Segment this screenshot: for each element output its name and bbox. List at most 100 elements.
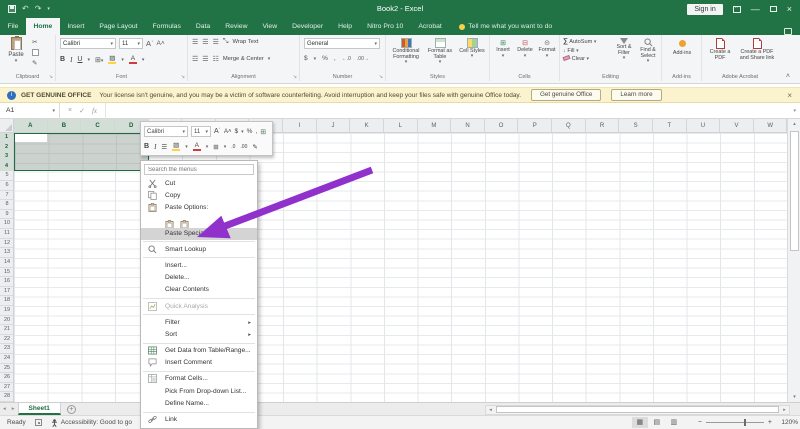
borders-icon[interactable]: ⊞▾ xyxy=(95,56,103,64)
row-header-1[interactable]: 1 xyxy=(0,133,14,143)
sheet-nav-left-icon[interactable]: ◂ xyxy=(0,403,9,415)
mini-borders-icon[interactable]: ⊞ xyxy=(213,143,218,151)
mini-decrease-decimal-icon[interactable]: .00 xyxy=(240,144,247,150)
row-header-11[interactable]: 11 xyxy=(0,229,14,239)
menu-item-link[interactable]: Link xyxy=(141,414,257,426)
mini-fill-color-icon[interactable]: ▨ xyxy=(172,142,180,151)
qat-customize-icon[interactable]: ▾ xyxy=(47,0,50,18)
page-layout-view-icon[interactable]: ▤ xyxy=(649,417,665,428)
tab-insert[interactable]: Insert xyxy=(60,18,92,35)
column-header-m[interactable]: M xyxy=(418,119,452,133)
menu-item-filter[interactable]: Filter▸ xyxy=(141,317,257,329)
tab-home[interactable]: Home xyxy=(26,18,60,35)
mini-grow-font-icon[interactable]: Aʾ xyxy=(214,128,221,135)
menu-item-paste-options[interactable]: Paste Options: xyxy=(141,202,257,214)
italic-button[interactable]: I xyxy=(70,56,72,64)
align-right-icon[interactable]: ☷ xyxy=(213,55,219,63)
autosum-button[interactable]: ∑ AutoSum ▾ xyxy=(563,38,596,45)
sheet-nav-right-icon[interactable]: ▸ xyxy=(9,403,18,415)
clipboard-dialog-launcher[interactable]: ↘ xyxy=(49,74,53,80)
paste-button[interactable]: Paste ▾ xyxy=(4,37,28,64)
zoom-slider-thumb[interactable] xyxy=(744,419,747,426)
menu-search-input[interactable] xyxy=(145,167,253,173)
tab-acrobat[interactable]: Acrobat xyxy=(411,18,449,35)
format-cells-button[interactable]: ⊝ Format▾ xyxy=(536,39,558,59)
find-select-button[interactable]: Find & Select▾ xyxy=(636,38,660,65)
row-header-15[interactable]: 15 xyxy=(0,268,14,278)
scroll-right-icon[interactable]: ▸ xyxy=(780,407,789,413)
format-as-table-button[interactable]: Format as Table▾ xyxy=(424,38,456,66)
tab-help[interactable]: Help xyxy=(331,18,360,35)
row-header-21[interactable]: 21 xyxy=(0,325,14,335)
get-genuine-office-button[interactable]: Get genuine Office xyxy=(531,89,601,101)
vertical-scrollbar[interactable]: ▴ ▾ xyxy=(787,119,800,402)
close-icon[interactable]: × xyxy=(787,0,792,18)
horizontal-scroll-thumb[interactable] xyxy=(496,406,779,413)
paste-option-values-icon[interactable] xyxy=(180,216,191,227)
row-header-14[interactable]: 14 xyxy=(0,258,14,268)
mini-format-painter-icon[interactable]: ✎ xyxy=(252,143,257,151)
select-all-corner[interactable] xyxy=(0,119,14,133)
increase-decimal-icon[interactable]: ←.0 xyxy=(342,56,351,62)
row-header-6[interactable]: 6 xyxy=(0,181,14,191)
column-header-p[interactable]: P xyxy=(518,119,552,133)
wrap-text-button[interactable]: Wrap Text xyxy=(232,39,258,45)
mini-currency-icon[interactable]: $ xyxy=(235,128,239,135)
conditional-formatting-button[interactable]: Conditional Formatting▾ xyxy=(388,38,424,66)
column-header-s[interactable]: S xyxy=(619,119,653,133)
currency-icon[interactable]: $ xyxy=(304,55,308,62)
mini-font-color-icon[interactable]: A xyxy=(193,142,201,151)
decrease-decimal-icon[interactable]: .00→ xyxy=(357,56,369,62)
new-sheet-icon[interactable]: + xyxy=(67,405,76,414)
paste-option-paste-icon[interactable] xyxy=(165,216,176,227)
column-header-r[interactable]: R xyxy=(586,119,620,133)
macro-record-icon[interactable] xyxy=(35,419,42,426)
menu-item-sort[interactable]: Sort▸ xyxy=(141,329,257,341)
menu-item-delete[interactable]: Delete... xyxy=(141,272,257,284)
redo-icon[interactable]: ↷ xyxy=(35,0,42,18)
mini-comma-icon[interactable]: , xyxy=(255,128,257,135)
ribbon-display-options-icon[interactable] xyxy=(733,6,741,13)
clear-button[interactable]: Clear ▾ xyxy=(563,56,596,62)
font-color-icon[interactable]: A xyxy=(129,55,137,64)
tell-me-box[interactable]: Tell me what you want to do xyxy=(459,18,552,35)
align-left-icon[interactable]: ☲ xyxy=(192,55,198,63)
tab-file[interactable]: File xyxy=(0,18,26,35)
row-header-5[interactable]: 5 xyxy=(0,171,14,181)
row-header-8[interactable]: 8 xyxy=(0,200,14,210)
underline-caret[interactable]: ▾ xyxy=(87,57,90,63)
grow-font-icon[interactable]: Aʾ xyxy=(146,39,154,48)
create-pdf-button[interactable]: Create a PDF xyxy=(704,38,736,61)
minimize-icon[interactable]: — xyxy=(751,0,760,18)
scroll-left-icon[interactable]: ◂ xyxy=(486,407,495,413)
menu-item-define-name[interactable]: Define Name... xyxy=(141,398,257,410)
orientation-icon[interactable]: ⤡ xyxy=(223,38,229,46)
normal-view-icon[interactable]: ▦ xyxy=(632,417,648,428)
row-header-28[interactable]: 28 xyxy=(0,392,14,402)
percent-icon[interactable]: % xyxy=(322,55,328,62)
scroll-down-icon[interactable]: ▾ xyxy=(788,392,800,402)
font-name-select[interactable]: Calibri▾ xyxy=(60,38,116,49)
align-middle-icon[interactable]: ☰ xyxy=(202,38,208,46)
row-header-20[interactable]: 20 xyxy=(0,316,14,326)
zoom-level[interactable]: 120% xyxy=(778,419,800,426)
column-header-b[interactable]: B xyxy=(48,119,82,133)
row-header-18[interactable]: 18 xyxy=(0,296,14,306)
menu-search-box[interactable] xyxy=(144,164,254,175)
collapse-ribbon-icon[interactable]: ˄ xyxy=(786,73,790,80)
zoom-slider[interactable] xyxy=(706,422,764,423)
row-header-26[interactable]: 26 xyxy=(0,373,14,383)
sign-in-button[interactable]: Sign in xyxy=(687,4,722,15)
cell-styles-button[interactable]: Cell Styles▾ xyxy=(458,38,486,60)
column-header-v[interactable]: V xyxy=(720,119,754,133)
row-header-24[interactable]: 24 xyxy=(0,354,14,364)
active-cell[interactable] xyxy=(15,134,47,142)
align-bottom-icon[interactable]: ☰ xyxy=(213,38,219,46)
column-header-i[interactable]: I xyxy=(283,119,317,133)
sheet-tab-sheet1[interactable]: Sheet1 xyxy=(18,403,61,415)
addins-button[interactable]: Add-ins xyxy=(666,40,698,56)
insert-function-icon[interactable]: fx xyxy=(92,107,97,115)
fill-color-icon[interactable]: ▨ xyxy=(108,55,116,64)
copy-icon[interactable] xyxy=(32,49,39,56)
column-header-w[interactable]: W xyxy=(754,119,787,133)
